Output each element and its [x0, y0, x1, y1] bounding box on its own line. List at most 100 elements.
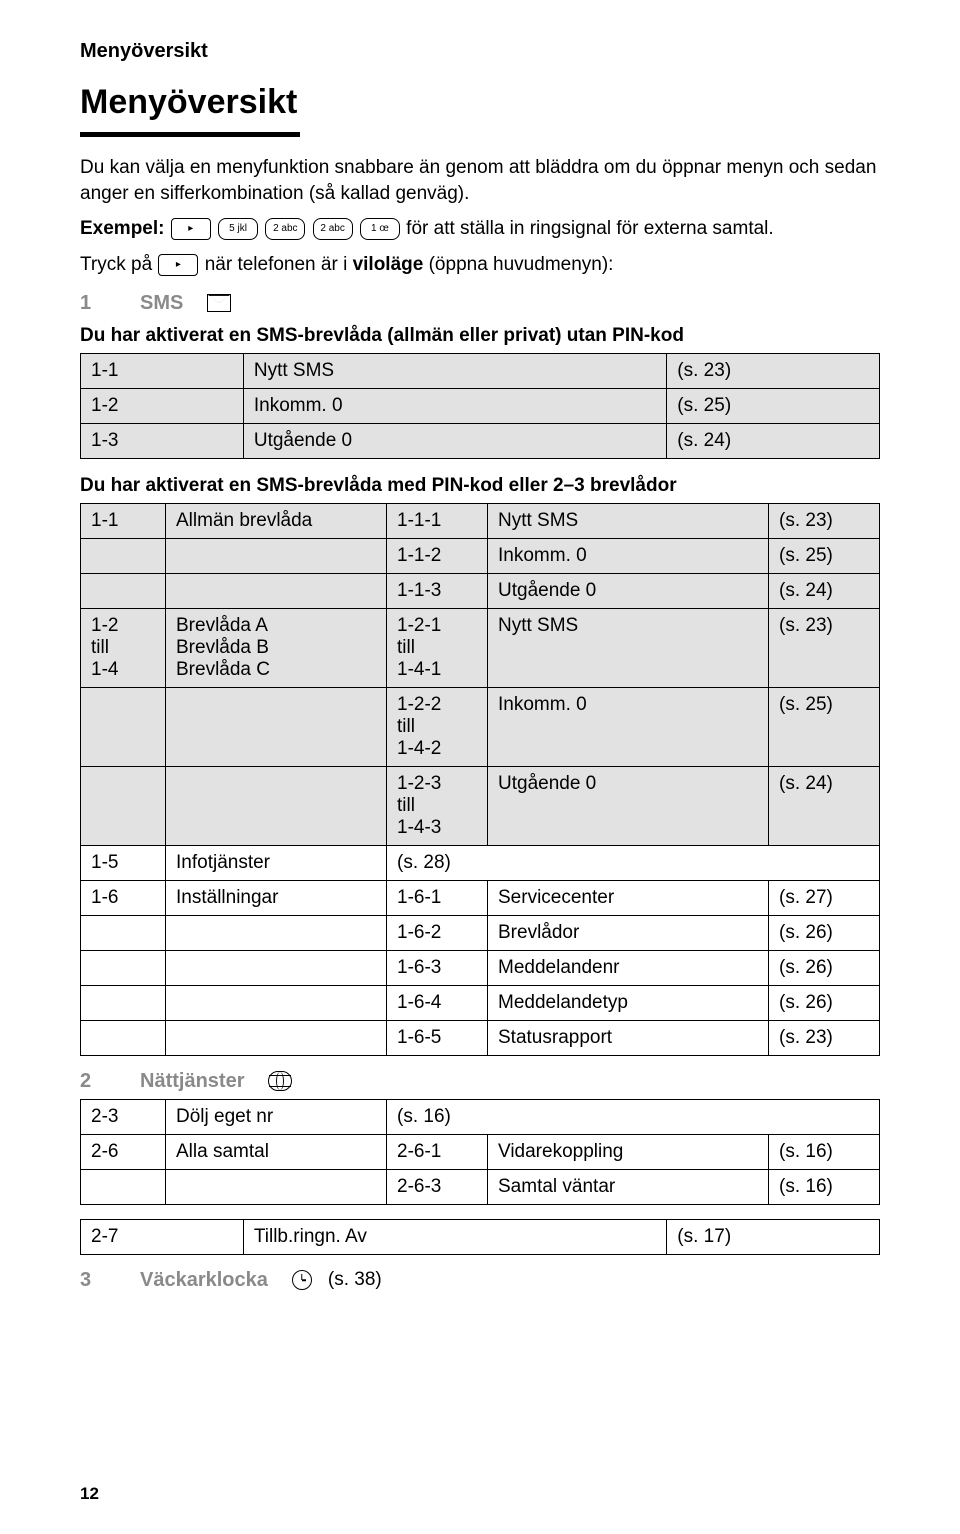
cell-name [166, 985, 387, 1020]
cell-sub-name: Vidarekoppling [488, 1134, 769, 1169]
cell-idx: 1-5 [81, 845, 166, 880]
table-row: 1-1-3 Utgående 0 (s. 24) [81, 573, 880, 608]
table-row: 1-6-2 Brevlådor (s. 26) [81, 915, 880, 950]
press-tail-b: (öppna huvudmenyn): [423, 254, 613, 275]
cell-page: (s. 16) [769, 1134, 880, 1169]
cell-sub-idx: 1-1-3 [387, 573, 488, 608]
cell-name [166, 687, 387, 766]
table-net-services-2: 2-7 Tillb.ringn. Av (s. 17) [80, 1219, 880, 1255]
cell-name [166, 1020, 387, 1055]
cell-name: Inställningar [166, 880, 387, 915]
cell-sub-idx: 1-6-2 [387, 915, 488, 950]
key-2a: 2 abc [265, 218, 305, 240]
section-2-name: Nättjänster [140, 1070, 244, 1093]
press-tail-a: när telefonen är i [205, 254, 353, 275]
section-1-name: SMS [140, 292, 183, 315]
nav-key-icon-2: ▸ [158, 254, 198, 276]
cell-sub-name: Utgående 0 [488, 766, 769, 845]
cell-idx [81, 1020, 166, 1055]
section-2-header: 2 Nättjänster [80, 1070, 880, 1093]
cell-sub-idx: 1-2-1 till 1-4-1 [387, 608, 488, 687]
cell-idx [81, 766, 166, 845]
page-title: Menyöversikt [80, 83, 880, 122]
section-1-num: 1 [80, 292, 124, 315]
cell-page: (s. 23) [769, 1020, 880, 1055]
table-row: 1-2-2 till 1-4-2 Inkomm. 0 (s. 25) [81, 687, 880, 766]
cell-sub-idx: 1-1-2 [387, 538, 488, 573]
cell-page: (s. 26) [769, 985, 880, 1020]
cell-sub-idx: 1-2-2 till 1-4-2 [387, 687, 488, 766]
table-row: 1-5 Infotjänster (s. 28) [81, 845, 880, 880]
cell-sub-name: Meddelandetyp [488, 985, 769, 1020]
cell-idx: 1-6 [81, 880, 166, 915]
cell-sub-idx: 1-6-4 [387, 985, 488, 1020]
cell-name [166, 766, 387, 845]
cell-name [166, 950, 387, 985]
cell-idx [81, 1169, 166, 1204]
cell-idx: 1-2 till 1-4 [81, 608, 166, 687]
table-row: 2-7 Tillb.ringn. Av (s. 17) [81, 1219, 880, 1254]
cell-sub-idx: 1-2-3 till 1-4-3 [387, 766, 488, 845]
cell-page: (s. 24) [769, 766, 880, 845]
page: Menyöversikt Menyöversikt Du kan välja e… [0, 0, 960, 1534]
cell-sub-name: Meddelandenr [488, 950, 769, 985]
cell-name: Dölj eget nr [166, 1099, 387, 1134]
table-row: 1-2 till 1-4 Brevlåda A Brevlåda B Brevl… [81, 608, 880, 687]
cell-name: Alla samtal [166, 1134, 387, 1169]
cell-idx: 2-6 [81, 1134, 166, 1169]
cell-page: (s. 26) [769, 915, 880, 950]
cell-name [166, 538, 387, 573]
cell-idx: 1-1 [81, 503, 166, 538]
cell-idx [81, 950, 166, 985]
cell-idx [81, 915, 166, 950]
table-row: 1-1-2 Inkomm. 0 (s. 25) [81, 538, 880, 573]
cell-sub-idx: 1-6-1 [387, 880, 488, 915]
section-3-name: Väckarklocka [140, 1269, 268, 1292]
cell-name [166, 573, 387, 608]
table-row: 1-6 Inställningar 1-6-1 Servicecenter (s… [81, 880, 880, 915]
cell-page: (s. 25) [769, 687, 880, 766]
envelope-icon [207, 294, 231, 312]
intro-paragraph: Du kan välja en menyfunktion snabbare än… [80, 155, 880, 206]
table-row: 1-3 Utgående 0 (s. 24) [81, 423, 880, 458]
example-tail: för att ställa in ringsignal för externa… [406, 218, 774, 239]
example-line: Exempel: ▸ 5 jkl 2 abc 2 abc 1 œ för att… [80, 216, 880, 242]
subhead-1: Du har aktiverat en SMS-brevlåda (allmän… [80, 325, 880, 347]
title-rule [80, 132, 300, 137]
cell-sub-name: Samtal väntar [488, 1169, 769, 1204]
table-sms-no-pin: 1-1 Nytt SMS (s. 23) 1-2 Inkomm. 0 (s. 2… [80, 353, 880, 459]
table-row: 2-6-3 Samtal väntar (s. 16) [81, 1169, 880, 1204]
cell-sub-idx: 1-6-5 [387, 1020, 488, 1055]
cell-sub-name: Nytt SMS [488, 608, 769, 687]
table-row: 2-3 Dölj eget nr (s. 16) [81, 1099, 880, 1134]
cell-idx: 2-7 [81, 1219, 244, 1254]
cell-sub-name: Statusrapport [488, 1020, 769, 1055]
cell-page: (s. 24) [667, 423, 880, 458]
table-row: 1-2 Inkomm. 0 (s. 25) [81, 388, 880, 423]
table-sms-pin: 1-1 Allmän brevlåda 1-1-1 Nytt SMS (s. 2… [80, 503, 880, 1056]
cell-idx: 1-3 [81, 423, 244, 458]
table-row: 1-6-5 Statusrapport (s. 23) [81, 1020, 880, 1055]
cell-page: (s. 25) [769, 538, 880, 573]
subhead-2: Du har aktiverat en SMS-brevlåda med PIN… [80, 475, 880, 497]
cell-name: Brevlåda A Brevlåda B Brevlåda C [166, 608, 387, 687]
cell-idx: 2-3 [81, 1099, 166, 1134]
cell-idx: 1-2 [81, 388, 244, 423]
table-row: 2-6 Alla samtal 2-6-1 Vidarekoppling (s.… [81, 1134, 880, 1169]
cell-page: (s. 26) [769, 950, 880, 985]
section-3-page: (s. 38) [328, 1269, 382, 1291]
press-bold: viloläge [353, 254, 424, 275]
section-2-num: 2 [80, 1070, 124, 1093]
table-row: 1-6-3 Meddelandenr (s. 26) [81, 950, 880, 985]
table-net-services: 2-3 Dölj eget nr (s. 16) 2-6 Alla samtal… [80, 1099, 880, 1205]
section-1-header: 1 SMS [80, 292, 880, 315]
cell-idx: 1-1 [81, 353, 244, 388]
cell-sub-name: Inkomm. 0 [488, 538, 769, 573]
cell-name: Nytt SMS [243, 353, 666, 388]
cell-sub-name: Utgående 0 [488, 573, 769, 608]
cell-name: Utgående 0 [243, 423, 666, 458]
key-1: 1 œ [360, 218, 400, 240]
press-line: Tryck på ▸ när telefonen är i viloläge (… [80, 252, 880, 278]
cell-idx [81, 538, 166, 573]
section-3-header: 3 Väckarklocka (s. 38) [80, 1269, 880, 1292]
